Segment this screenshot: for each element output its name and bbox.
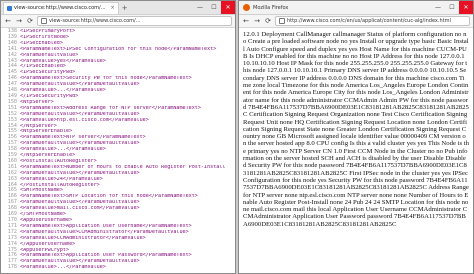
reload-button[interactable]: ⟳ [26, 16, 34, 26]
left-browser-window: view-source:http://www.cisco.com/... × +… [0, 0, 236, 274]
minimize-button[interactable]: — [431, 1, 445, 14]
back-button[interactable]: ← [4, 16, 12, 26]
new-tab-button[interactable]: + [122, 3, 128, 13]
right-browser-window: Mozilla Firefox — ☐ ✕ ← → ⟳ http://www.c… [238, 0, 474, 274]
left-tab-title: view-source:http://www.cisco.com/... [14, 5, 106, 11]
right-window-title: Mozilla Firefox [253, 4, 289, 11]
forward-button[interactable]: → [253, 16, 261, 26]
left-window-controls: — ☐ ✕ [193, 1, 235, 14]
left-toolbar: ← → ⟳ view-source:http://www.cisco.com/.… [1, 15, 235, 28]
left-tab-bar: view-source:http://www.cisco.com/... × +… [1, 1, 235, 15]
right-title-bar: Mozilla Firefox — ☐ ✕ [239, 1, 473, 15]
forward-button[interactable]: → [15, 16, 23, 26]
reload-button[interactable]: ⟳ [264, 16, 272, 26]
close-button[interactable]: ✕ [221, 1, 235, 14]
source-line: 178 <ParamValue>...</ParamValue> [3, 264, 233, 269]
close-button[interactable]: ✕ [459, 1, 473, 14]
back-button[interactable]: ← [242, 16, 250, 26]
right-address-bar[interactable]: http://www.cisco.com/c/en/us/applicat/co… [275, 16, 470, 26]
left-address-bar[interactable]: view-source:http://www.cisco.com/... [37, 16, 232, 26]
left-url-text: view-source:http://www.cisco.com/... [49, 18, 141, 24]
lock-icon [279, 18, 285, 24]
page-icon [7, 5, 12, 11]
maximize-button[interactable]: ☐ [445, 1, 459, 14]
right-toolbar: ← → ⟳ http://www.cisco.com/c/en/us/appli… [239, 15, 473, 28]
line-number: 178 [7, 264, 17, 269]
view-source-content: 138 <IPSecPrimaryPort> 139 <IPSecFirstNode>… [1, 28, 235, 269]
left-tab-view-source[interactable]: view-source:http://www.cisco.com/... × [3, 1, 119, 14]
right-url-text: http://www.cisco.com/c/en/us/applicat/co… [287, 18, 451, 24]
right-window-controls: — ☐ ✕ [431, 1, 473, 14]
desktop: view-source:http://www.cisco.com/... × +… [0, 0, 474, 274]
firefox-icon [243, 4, 250, 11]
page-body-text: 12.0.1 Deployment CallManager callmanage… [243, 31, 469, 228]
lock-icon [41, 18, 47, 24]
maximize-button[interactable]: ☐ [207, 1, 221, 14]
minimize-button[interactable]: — [193, 1, 207, 14]
source-code: <ParamValue>...</ParamValue> [20, 265, 106, 269]
tab-close-icon[interactable]: × [111, 5, 115, 11]
